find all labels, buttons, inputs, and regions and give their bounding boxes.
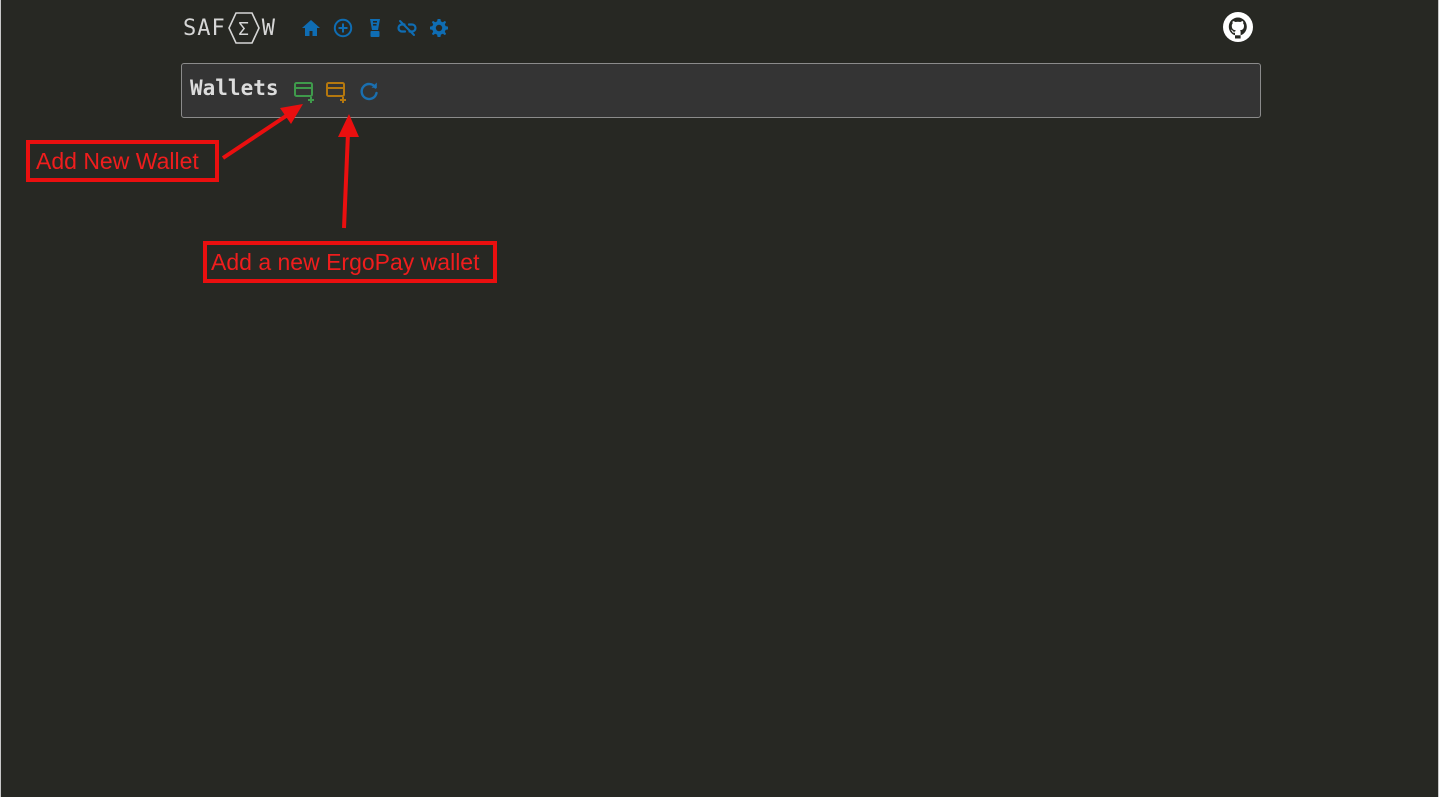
safew-logo[interactable]: SAF Σ W <box>183 10 276 46</box>
logo-text-left: SAF <box>183 15 226 41</box>
logo-hex-letter: Σ <box>238 19 250 40</box>
annotation-arrows <box>221 104 359 229</box>
plus-circle-icon[interactable] <box>332 17 354 39</box>
panel-title: Wallets <box>190 75 279 100</box>
top-navbar: SAF Σ W <box>183 10 450 46</box>
add-ergopay-wallet-button[interactable] <box>325 79 349 103</box>
arrow-add-new-wallet <box>221 114 288 160</box>
annotation-add-ergopay-wallet: Add a new ErgoPay wallet <box>203 241 497 283</box>
blender-icon[interactable] <box>364 17 386 39</box>
wallet-plus-icon <box>293 81 314 103</box>
arrow-add-ergopay-wallet <box>342 132 350 229</box>
annotation-add-new-wallet: Add New Wallet <box>26 140 219 182</box>
home-icon[interactable] <box>300 17 322 39</box>
github-icon[interactable] <box>1222 11 1254 43</box>
hexagon-logo-icon: Σ <box>227 10 261 46</box>
add-new-wallet-button[interactable] <box>293 79 317 103</box>
logo-text-right: W <box>261 15 276 41</box>
wallet-plus-icon <box>325 81 346 103</box>
unlink-icon[interactable] <box>396 17 418 39</box>
app-page: SAF Σ W Wallets Add New Wallet Add a new… <box>0 0 1439 797</box>
wallets-panel: Wallets <box>181 63 1261 118</box>
refresh-button[interactable] <box>357 79 381 103</box>
panel-actions <box>293 79 381 103</box>
gear-icon[interactable] <box>428 17 450 39</box>
nav-icons <box>300 17 450 39</box>
refresh-icon <box>359 82 378 100</box>
